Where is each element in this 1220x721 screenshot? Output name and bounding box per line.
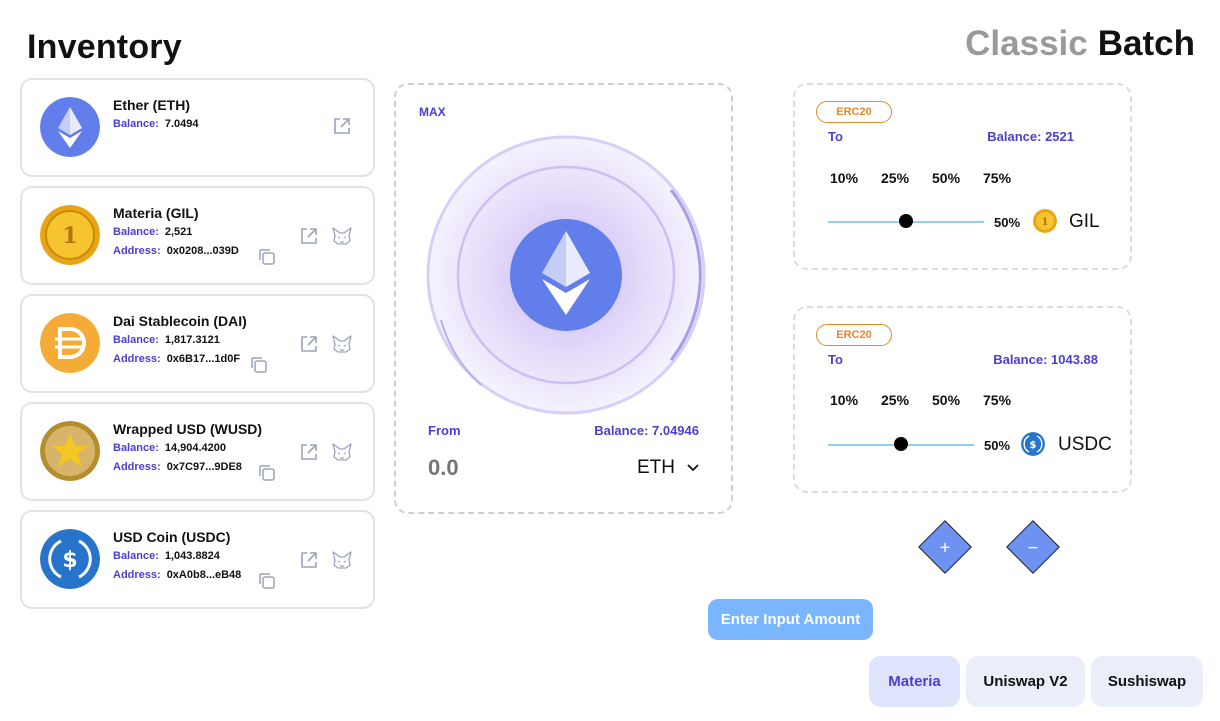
external-link-icon[interactable] <box>299 226 319 246</box>
from-token-select[interactable]: ETH <box>637 457 699 479</box>
token-name: Materia (GIL) <box>113 205 199 221</box>
token-address: Address: 0x0208...039D <box>113 245 239 257</box>
external-link-icon[interactable] <box>299 550 319 570</box>
token-balance: Balance: 1,043.8824 <box>113 550 220 562</box>
dex-option-materia[interactable]: Materia <box>869 656 960 707</box>
svg-text:$: $ <box>1030 440 1037 451</box>
gil-coin-icon: 1 <box>40 205 100 265</box>
percent-75-button[interactable]: 75% <box>983 170 1034 186</box>
metamask-icon[interactable] <box>331 550 353 570</box>
token-balance: Balance: 2,521 <box>113 226 193 238</box>
usdc-logo-icon: $ <box>1021 432 1045 456</box>
copy-icon[interactable] <box>250 356 268 374</box>
mode-toggle: Classic Batch <box>965 24 1195 64</box>
from-label: From <box>428 423 461 438</box>
percent-options: 10% 25% 50% 75% <box>830 170 1034 186</box>
percent-25-button[interactable]: 25% <box>881 170 932 186</box>
swap-from-panel: MAX From Balance: 7.04946 ETH <box>394 83 733 514</box>
output-card-gil: ERC20 To Balance: 2521 10% 25% 50% 75% 5… <box>793 83 1132 270</box>
from-token-symbol: ETH <box>637 457 675 478</box>
slider-thumb[interactable] <box>894 437 908 451</box>
inventory-title: Inventory <box>27 28 182 66</box>
inventory-card-gil[interactable]: 1 Materia (GIL) Balance: 2,521 Address: 0x… <box>20 186 375 285</box>
percent-50-button[interactable]: 50% <box>932 170 983 186</box>
percent-options: 10% 25% 50% 75% <box>830 392 1034 408</box>
output-token-symbol: USDC <box>1058 434 1112 455</box>
inventory-card-dai[interactable]: Dai Stablecoin (DAI) Balance: 1,817.3121 … <box>20 294 375 393</box>
svg-text:1: 1 <box>62 223 77 249</box>
from-balance: Balance: 7.04946 <box>594 423 699 438</box>
token-name: Wrapped USD (WUSD) <box>113 421 263 437</box>
percent-50-button[interactable]: 50% <box>932 392 983 408</box>
slider-thumb[interactable] <box>899 214 913 228</box>
token-address: Address: 0x6B17...1d0F <box>113 353 241 365</box>
token-balance: Balance: 7.0494 <box>113 118 199 130</box>
svg-text:1: 1 <box>1042 217 1049 228</box>
dex-option-uniswap-v2[interactable]: Uniswap V2 <box>966 656 1085 707</box>
percent-25-button[interactable]: 25% <box>881 392 932 408</box>
remove-output-button[interactable]: − <box>1006 520 1060 574</box>
copy-icon[interactable] <box>258 248 276 266</box>
add-output-button[interactable]: + <box>918 520 972 574</box>
to-label: To <box>828 352 843 367</box>
eth-logo-icon <box>40 97 100 157</box>
chevron-down-icon <box>687 464 699 472</box>
svg-text:$: $ <box>62 548 77 573</box>
enter-input-amount-button[interactable]: Enter Input Amount <box>708 599 873 640</box>
mode-batch-button[interactable]: Batch <box>1098 24 1195 63</box>
erc20-badge: ERC20 <box>816 324 892 346</box>
plus-icon: + <box>939 537 951 558</box>
inventory-card-eth[interactable]: Ether (ETH) Balance: 7.0494 <box>20 78 375 177</box>
dex-option-sushiswap[interactable]: Sushiswap <box>1091 656 1203 707</box>
copy-icon[interactable] <box>258 464 276 482</box>
metamask-icon[interactable] <box>331 442 353 462</box>
external-link-icon[interactable] <box>299 442 319 462</box>
copy-icon[interactable] <box>258 572 276 590</box>
token-name: Dai Stablecoin (DAI) <box>113 313 247 329</box>
token-name: Ether (ETH) <box>113 97 190 113</box>
output-card-usdc: ERC20 To Balance: 1043.88 10% 25% 50% 75… <box>793 306 1132 493</box>
external-link-icon[interactable] <box>332 116 352 136</box>
token-address: Address: 0xA0b8...eB48 <box>113 569 242 581</box>
external-link-icon[interactable] <box>299 334 319 354</box>
token-balance: Balance: 1,817.3121 <box>113 334 220 346</box>
token-address: Address: 0x7C97...9DE8 <box>113 461 242 473</box>
token-name: USD Coin (USDC) <box>113 529 231 545</box>
inventory-card-wusd[interactable]: Wrapped USD (WUSD) Balance: 14,904.4200 A… <box>20 402 375 501</box>
percent-10-button[interactable]: 10% <box>830 170 881 186</box>
gil-coin-icon: 1 <box>1033 209 1057 233</box>
dai-logo-icon <box>40 313 100 373</box>
metamask-icon[interactable] <box>331 226 353 246</box>
minus-icon: − <box>1027 537 1039 558</box>
percent-10-button[interactable]: 10% <box>830 392 881 408</box>
slider-value: 50% <box>984 438 1011 453</box>
eth-orb-icon <box>426 135 706 415</box>
amount-input[interactable] <box>428 453 548 483</box>
to-label: To <box>828 129 843 144</box>
token-balance: Balance: 14,904.4200 <box>113 442 227 454</box>
slider-value: 50% <box>994 215 1021 230</box>
percent-75-button[interactable]: 75% <box>983 392 1034 408</box>
output-token-symbol: GIL <box>1069 211 1100 232</box>
max-button[interactable]: MAX <box>419 105 446 119</box>
usdc-logo-icon: $ <box>40 529 100 589</box>
output-balance: Balance: 1043.88 <box>993 352 1098 367</box>
metamask-icon[interactable] <box>331 334 353 354</box>
inventory-card-usdc[interactable]: $ USD Coin (USDC) Balance: 1,043.8824 Add… <box>20 510 375 609</box>
wusd-star-icon <box>40 421 100 481</box>
erc20-badge: ERC20 <box>816 101 892 123</box>
mode-classic-button[interactable]: Classic <box>965 24 1088 63</box>
output-balance: Balance: 2521 <box>987 129 1074 144</box>
